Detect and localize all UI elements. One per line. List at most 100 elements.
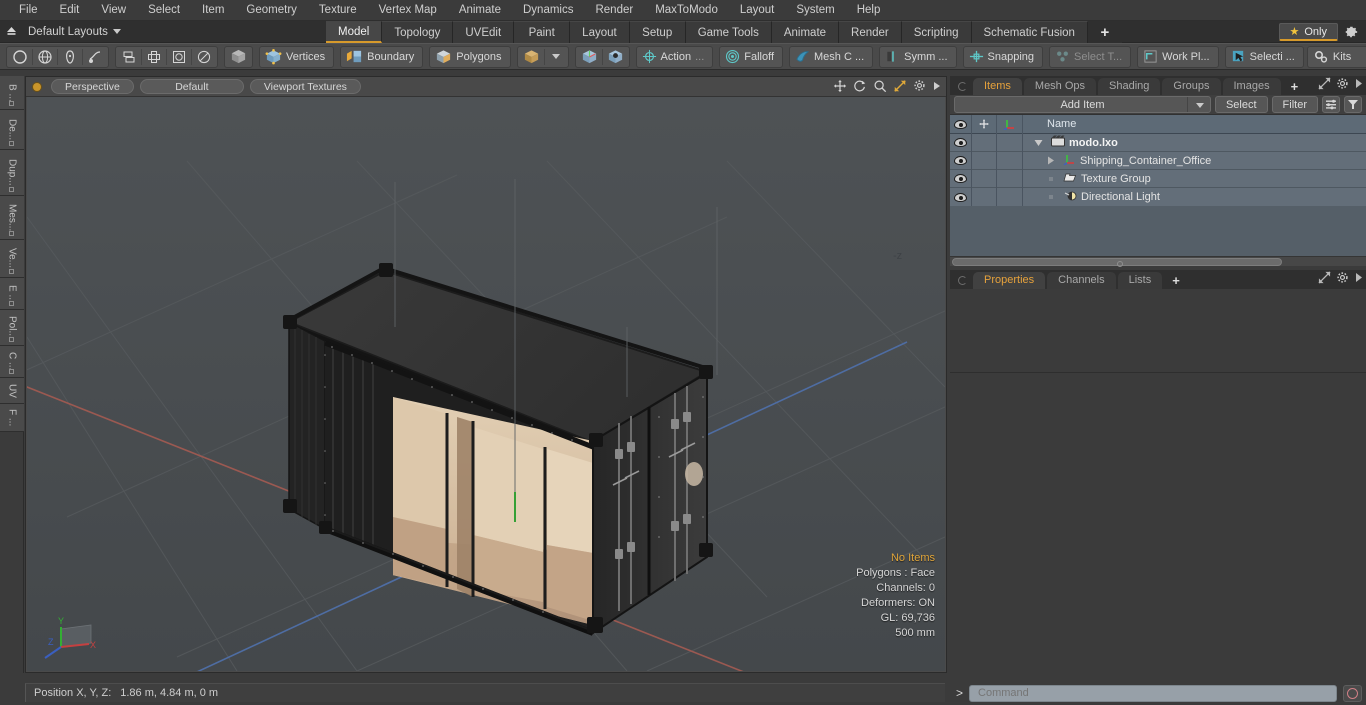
action-center-button[interactable]: Action ...	[638, 47, 712, 67]
expand-icon[interactable]	[1318, 77, 1331, 93]
rail-item-curve[interactable]: C ...	[0, 346, 24, 378]
table-row[interactable]: Directional Light	[950, 188, 1366, 206]
tab-paint[interactable]: Paint	[514, 21, 571, 43]
column-axis[interactable]	[997, 114, 1023, 134]
fit-icon[interactable]	[893, 79, 907, 96]
command-input[interactable]	[969, 684, 1337, 702]
chevron-right-icon[interactable]	[1354, 78, 1363, 92]
properties-panel-body[interactable]	[950, 372, 1366, 681]
viewport-style-dropdown[interactable]: Default	[139, 79, 244, 94]
tab-groups[interactable]: Groups	[1162, 78, 1221, 95]
snapping-button[interactable]: Snapping	[965, 47, 1042, 67]
ellipse-icon[interactable]	[192, 47, 216, 67]
column-visibility[interactable]	[950, 114, 972, 134]
tab-scripting[interactable]: Scripting	[901, 21, 972, 43]
row-axis-cell[interactable]	[997, 151, 1023, 170]
row-name-cell[interactable]: Shipping_Container_Office	[1023, 152, 1366, 170]
viewport-camera-dropdown[interactable]: Perspective	[51, 79, 134, 94]
rail-item-edge[interactable]: E ...	[0, 278, 24, 310]
menu-item-geometry[interactable]: Geometry	[235, 0, 308, 21]
add-tab-button[interactable]: +	[1087, 21, 1122, 43]
up-arrow-icon[interactable]	[0, 22, 22, 42]
scrollbar-thumb[interactable]	[952, 257, 1282, 267]
rail-item-uv[interactable]: UV	[0, 378, 24, 404]
only-toggle-button[interactable]: ★ Only	[1278, 23, 1338, 41]
symmetry-button[interactable]: Symm ...	[881, 47, 954, 67]
tab-mesh-ops[interactable]: Mesh Ops	[1023, 78, 1097, 95]
menu-item-item[interactable]: Item	[191, 0, 235, 21]
tab-game-tools[interactable]: Game Tools	[685, 21, 772, 43]
menu-item-system[interactable]: System	[785, 0, 845, 21]
menu-item-maxtomodo[interactable]: MaxToModo	[644, 0, 729, 21]
row-axis-cell[interactable]	[997, 169, 1023, 188]
chevron-right-icon[interactable]	[1354, 272, 1363, 286]
rotate-icon[interactable]	[853, 79, 867, 96]
polygons-mode-button[interactable]: Polygons	[431, 47, 508, 67]
viewport-3d-canvas[interactable]: -z Y X Z No Items Polygons: Face Channe…	[27, 97, 945, 671]
funnel-icon[interactable]	[1344, 96, 1362, 113]
tab-topology[interactable]: Topology	[382, 21, 454, 43]
row-name-cell[interactable]: modo.lxo	[1023, 134, 1366, 152]
tab-shading[interactable]: Shading	[1098, 78, 1161, 95]
viewport-textures-dropdown[interactable]: Viewport Textures	[249, 79, 361, 94]
triangle-right-icon[interactable]	[1043, 156, 1059, 165]
rail-item-fusion[interactable]: F ...	[0, 404, 24, 432]
table-row[interactable]: modo.lxo	[950, 133, 1366, 152]
table-row[interactable]: Texture Group	[950, 169, 1366, 188]
tab-schematic-fusion[interactable]: Schematic Fusion	[971, 21, 1088, 43]
column-name-header[interactable]: Name	[1023, 115, 1366, 134]
tab-animate[interactable]: Animate	[771, 21, 840, 43]
panel-menu-icon[interactable]	[958, 82, 967, 91]
row-name-cell[interactable]: Texture Group	[1023, 170, 1366, 188]
menu-item-dynamics[interactable]: Dynamics	[512, 0, 584, 21]
menu-item-texture[interactable]: Texture	[308, 0, 368, 21]
menu-item-animate[interactable]: Animate	[448, 0, 512, 21]
tab-lists[interactable]: Lists	[1117, 272, 1163, 289]
select-through-button[interactable]: Select T...	[1051, 47, 1129, 67]
selection-set-button[interactable]: Selecti ...	[1227, 47, 1302, 67]
menu-item-vertex-map[interactable]: Vertex Map	[368, 0, 448, 21]
add-properties-tab-button[interactable]: +	[1164, 272, 1188, 289]
tab-channels[interactable]: Channels	[1047, 272, 1116, 289]
row-visibility-toggle[interactable]	[950, 151, 972, 170]
align-icon[interactable]	[117, 47, 141, 67]
menu-item-edit[interactable]: Edit	[49, 0, 91, 21]
globe-icon[interactable]	[33, 47, 57, 67]
record-button[interactable]	[1343, 684, 1362, 702]
chevron-right-icon[interactable]	[932, 80, 942, 95]
work-plane-button[interactable]: Work Pl...	[1139, 47, 1216, 67]
row-visibility-toggle[interactable]	[950, 169, 972, 188]
row-lock-cell[interactable]	[972, 151, 997, 170]
filter-button[interactable]: Filter	[1271, 96, 1318, 113]
cube-grey-icon[interactable]	[226, 47, 251, 67]
row-lock-cell[interactable]	[972, 133, 997, 152]
vertices-mode-button[interactable]: Vertices	[261, 47, 332, 67]
default-layouts-dropdown[interactable]: Default Layouts	[22, 26, 127, 38]
add-panel-tab-button[interactable]: +	[1283, 78, 1307, 95]
rail-item-polygon[interactable]: Pol...	[0, 310, 24, 346]
menu-item-select[interactable]: Select	[137, 0, 191, 21]
item-tree-hscrollbar[interactable]	[950, 256, 1366, 267]
menu-item-view[interactable]: View	[90, 0, 137, 21]
pen-tool-icon[interactable]	[58, 47, 82, 67]
tab-layout[interactable]: Layout	[570, 21, 630, 43]
tab-properties[interactable]: Properties	[973, 272, 1046, 289]
square-circle-icon[interactable]	[167, 47, 191, 67]
cube-orange-icon[interactable]	[519, 47, 544, 67]
tab-model[interactable]: Model	[326, 21, 383, 43]
cross-align-icon[interactable]	[142, 47, 166, 67]
tab-uvedit[interactable]: UVEdit	[453, 21, 515, 43]
tab-render[interactable]: Render	[839, 21, 902, 43]
add-item-button[interactable]: Add Item	[954, 96, 1211, 113]
item-tree-empty-area[interactable]	[950, 206, 1366, 256]
chevron-down-icon[interactable]	[545, 47, 567, 67]
rail-item-duplicate[interactable]: Dup...	[0, 150, 24, 196]
falloff-button[interactable]: Falloff	[721, 47, 781, 67]
row-lock-cell[interactable]	[972, 169, 997, 188]
row-visibility-toggle[interactable]	[950, 188, 972, 206]
gear-icon[interactable]	[1336, 271, 1349, 287]
rail-item-mesh[interactable]: Mes...	[0, 196, 24, 240]
pan-icon[interactable]	[833, 79, 847, 96]
gear-icon[interactable]	[1336, 77, 1349, 93]
tab-items[interactable]: Items	[973, 78, 1022, 95]
